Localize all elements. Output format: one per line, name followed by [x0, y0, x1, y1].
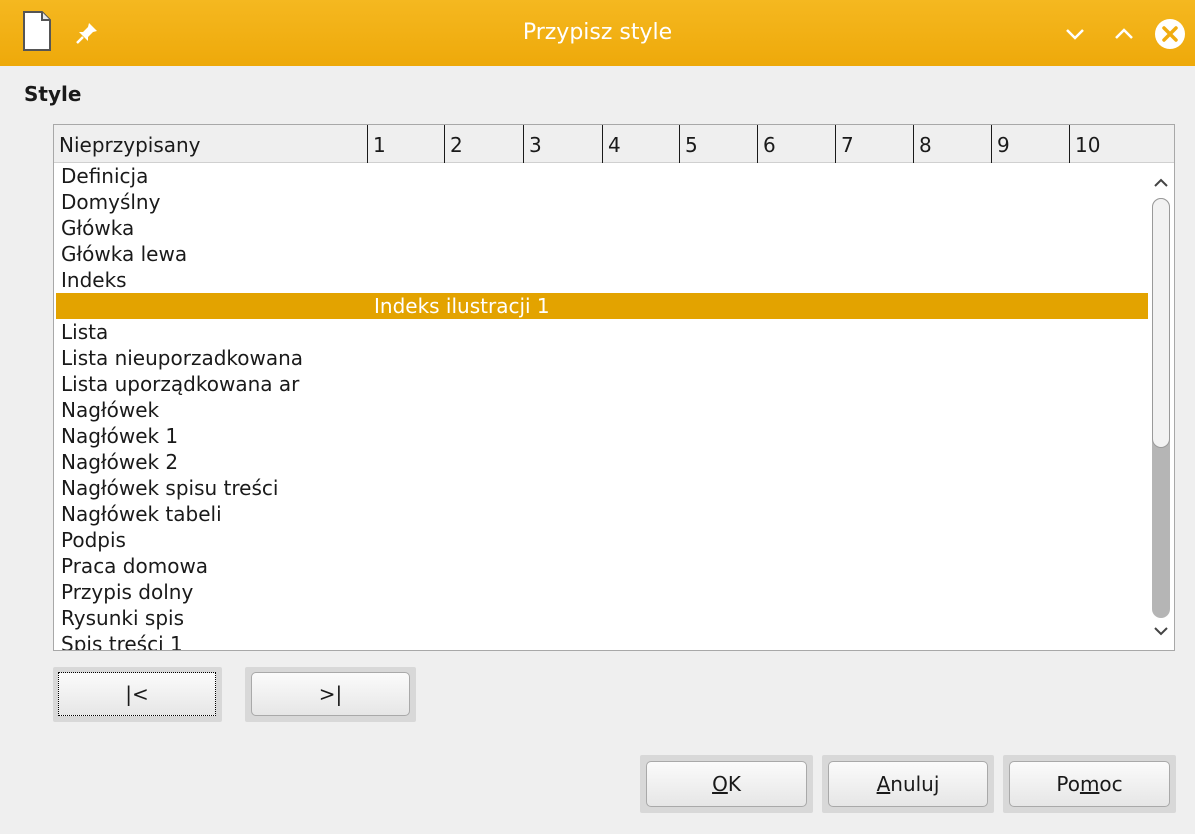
row-style-name: Domyślny	[61, 190, 161, 214]
column-separator[interactable]	[991, 125, 992, 163]
column-header-6[interactable]: 6	[763, 125, 776, 163]
table-row[interactable]: Nagłówek 1	[56, 423, 1148, 449]
vertical-scrollbar[interactable]	[1148, 163, 1174, 650]
scroll-up-icon[interactable]	[1151, 173, 1171, 193]
table-row[interactable]: Nagłówek spisu treści	[56, 475, 1148, 501]
table-row[interactable]: Główka	[56, 215, 1148, 241]
move-right-button[interactable]: >|	[251, 672, 410, 716]
column-separator[interactable]	[444, 125, 445, 163]
column-separator[interactable]	[835, 125, 836, 163]
cancel-label-post: nuluj	[890, 772, 940, 796]
table-row[interactable]: Domyślny	[56, 189, 1148, 215]
column-separator[interactable]	[1069, 125, 1070, 163]
column-header-10[interactable]: 10	[1075, 125, 1100, 163]
chevron-down-icon[interactable]	[1061, 20, 1089, 48]
section-label-style: Style	[24, 82, 82, 106]
column-header-5[interactable]: 5	[685, 125, 698, 163]
move-left-label: |<	[125, 682, 149, 706]
column-separator[interactable]	[679, 125, 680, 163]
table-header: Nieprzypisany 1 2 3 4 5 6 7 8 9 10	[54, 125, 1174, 163]
row-style-name: Praca domowa	[61, 554, 209, 578]
column-header-1[interactable]: 1	[373, 125, 386, 163]
row-style-name: Nagłówek 1	[61, 424, 179, 448]
table-row[interactable]: Nagłówek	[56, 397, 1148, 423]
ok-button[interactable]: OK	[646, 761, 807, 807]
window-title: Przypisz style	[522, 20, 673, 45]
table-row[interactable]: Rysunki spis	[56, 605, 1148, 631]
ok-label-mnemonic: O	[712, 772, 728, 796]
close-icon[interactable]	[1153, 17, 1187, 51]
column-header-3[interactable]: 3	[529, 125, 542, 163]
styles-table[interactable]: Nieprzypisany 1 2 3 4 5 6 7 8 9 10 Defin…	[53, 124, 1175, 651]
column-separator[interactable]	[367, 125, 368, 163]
column-header-7[interactable]: 7	[841, 125, 854, 163]
column-header-9[interactable]: 9	[997, 125, 1010, 163]
table-row[interactable]: Indeks	[56, 267, 1148, 293]
table-row-selected[interactable]: Indeks ilustracji 1	[56, 293, 1148, 319]
ok-label-post: K	[727, 772, 741, 796]
table-row[interactable]: Definicja	[56, 163, 1148, 189]
row-style-name: Lista uporządkowana ar	[61, 372, 300, 396]
scrollbar-thumb[interactable]	[1152, 198, 1170, 448]
row-style-name: Przypis dolny	[61, 580, 194, 604]
column-header-4[interactable]: 4	[608, 125, 621, 163]
scroll-down-icon[interactable]	[1151, 621, 1171, 641]
row-style-name: Nagłówek	[61, 398, 160, 422]
table-row[interactable]: Nagłówek tabeli	[56, 501, 1148, 527]
move-right-label: >|	[318, 682, 343, 706]
row-style-name: Spis treści 1	[61, 632, 183, 651]
row-style-name: Rysunki spis	[61, 606, 184, 630]
row-style-name: Nagłówek tabeli	[61, 502, 222, 526]
help-label-post: oc	[1099, 772, 1123, 796]
help-button[interactable]: Pomoc	[1009, 761, 1170, 807]
column-separator[interactable]	[913, 125, 914, 163]
table-row[interactable]: Lista nieuporzadkowana	[56, 345, 1148, 371]
column-header-2[interactable]: 2	[450, 125, 463, 163]
row-style-name: Lista nieuporzadkowana	[61, 346, 304, 370]
table-row[interactable]: Nagłówek 2	[56, 449, 1148, 475]
table-row[interactable]: Przypis dolny	[56, 579, 1148, 605]
table-row[interactable]: Podpis	[56, 527, 1148, 553]
row-style-name: Nagłówek spisu treści	[61, 476, 279, 500]
chevron-up-icon[interactable]	[1110, 20, 1138, 48]
table-row[interactable]: Spis treści 1	[56, 631, 1148, 651]
row-style-name: Nagłówek 2	[61, 450, 179, 474]
help-label-pre: Po	[1056, 772, 1080, 796]
column-separator[interactable]	[757, 125, 758, 163]
cancel-label-mnemonic: A	[876, 772, 891, 796]
table-row[interactable]: Lista uporządkowana ar	[56, 371, 1148, 397]
table-row[interactable]: Główka lewa	[56, 241, 1148, 267]
row-style-name: Definicja	[61, 164, 149, 188]
title-bar: Przypisz style	[0, 0, 1195, 66]
move-left-button[interactable]: |<	[58, 672, 216, 716]
row-style-name: Indeks	[61, 268, 127, 292]
column-header-8[interactable]: 8	[919, 125, 932, 163]
row-style-name: Główka lewa	[61, 242, 188, 266]
table-row[interactable]: Praca domowa	[56, 553, 1148, 579]
column-header-unassigned[interactable]: Nieprzypisany	[59, 125, 201, 163]
table-body: Definicja Domyślny Główka Główka lewa In…	[56, 163, 1148, 651]
column-separator[interactable]	[602, 125, 603, 163]
row-style-name: Lista	[61, 320, 109, 344]
column-separator[interactable]	[523, 125, 524, 163]
row-style-name: Główka	[61, 216, 135, 240]
row-style-name: Podpis	[61, 528, 126, 552]
cancel-button[interactable]: Anuluj	[828, 761, 988, 807]
row-style-level-1: Indeks ilustracji 1	[374, 294, 550, 318]
help-label-mnemonic: m	[1079, 772, 1100, 796]
table-row[interactable]: Lista	[56, 319, 1148, 345]
